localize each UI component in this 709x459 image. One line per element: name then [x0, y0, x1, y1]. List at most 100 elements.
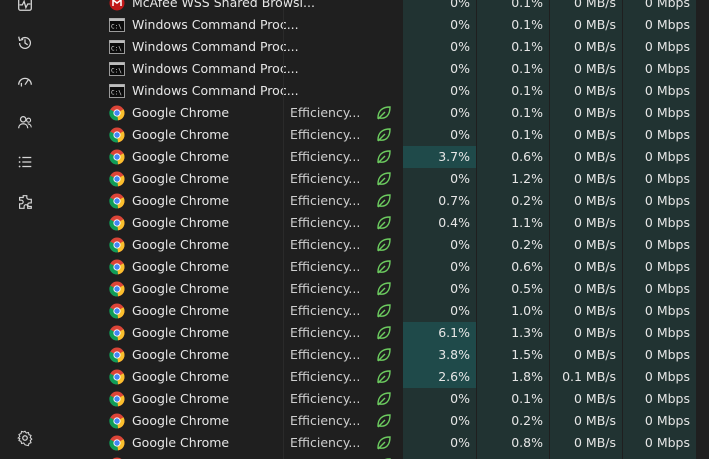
- memory-cell: 1.1%: [477, 212, 549, 234]
- process-row[interactable]: Google Chrome Efficiency... 0% 0.6% 0 MB/s 0 …: [50, 256, 709, 278]
- cpu-cell: 0%: [403, 410, 476, 432]
- chrome-icon: [109, 259, 125, 275]
- process-row[interactable]: Google Chrome Efficiency... 0% 0.5% 0 MB/s 0 …: [50, 278, 709, 300]
- navigation-rail: [0, 0, 50, 459]
- memory-cell: 1.0%: [477, 300, 549, 322]
- process-name: Google Chrome: [132, 149, 230, 164]
- memory-cell: 0.1%: [477, 0, 549, 14]
- process-row[interactable]: Google Chrome Efficiency... 0% 0.2% 0 MB/s 0 …: [50, 410, 709, 432]
- efficiency-mode-leaf-icon: [375, 434, 395, 452]
- process-row[interactable]: Google Chrome Efficiency... 2.6% 1.8% 0.1 MB…: [50, 366, 709, 388]
- efficiency-mode-leaf-icon: [375, 148, 395, 166]
- network-cell: 0 Mbps: [623, 0, 696, 14]
- chrome-icon: [109, 105, 125, 121]
- process-table: McAfee WSS Shared Browsi... 0% 0.1% 0 MB/s 0…: [50, 0, 709, 459]
- process-row[interactable]: Google Chrome Efficiency... 3.8% 1.5% 0 MB/s…: [50, 344, 709, 366]
- users-nav-button[interactable]: [10, 107, 40, 137]
- process-row[interactable]: Google Chrome Efficiency... 0% 0.1% 0 MB/s 0 …: [50, 388, 709, 410]
- cpu-cell: 0%: [403, 58, 476, 80]
- disk-cell: 0 MB/s: [550, 300, 622, 322]
- disk-cell: 0 MB/s: [550, 432, 622, 454]
- process-name: Google Chrome: [132, 281, 230, 296]
- efficiency-mode-leaf-icon: [375, 302, 395, 320]
- cpu-cell: 0.7%: [403, 190, 476, 212]
- process-row[interactable]: McAfee WSS Shared Browsi... 0% 0.1% 0 MB/s 0…: [50, 0, 709, 14]
- process-name: Google Chrome: [132, 347, 230, 362]
- process-row[interactable]: Google Chrome Efficiency... 0.4% 1.1% 0 MB/s…: [50, 212, 709, 234]
- network-cell: 0 Mbps: [623, 190, 696, 212]
- process-row[interactable]: Google Chrome Efficiency... 0% 0.2% 0 MB/s 0 …: [50, 234, 709, 256]
- settings-nav-button[interactable]: [10, 423, 40, 453]
- disk-cell: 0 MB/s: [550, 102, 622, 124]
- process-row[interactable]: Google Chrome Efficiency... 6.1% 1.3% 0 MB/s…: [50, 322, 709, 344]
- process-name: Google Chrome: [132, 259, 230, 274]
- process-name: Google Chrome: [132, 171, 230, 186]
- process-row[interactable]: C:\ Windows Command Proc... 0% 0.1% 0 MB/s 0 …: [50, 80, 709, 102]
- process-name: Google Chrome: [132, 325, 230, 340]
- disk-cell: 0 MB/s: [550, 278, 622, 300]
- cpu-cell: 0%: [403, 454, 476, 459]
- process-status: [283, 14, 410, 36]
- services-nav-button[interactable]: [10, 187, 40, 217]
- process-name: Google Chrome: [132, 105, 230, 120]
- cpu-cell: 0%: [403, 388, 476, 410]
- process-name: Google Chrome: [132, 193, 230, 208]
- cpu-cell: 0%: [403, 256, 476, 278]
- process-row[interactable]: Google Chrome Efficiency... 0.7% 0.2% 0 MB/s…: [50, 190, 709, 212]
- cpu-cell: 0%: [403, 234, 476, 256]
- svg-text:C:\: C:\: [111, 68, 122, 75]
- memory-cell: 0.1%: [477, 58, 549, 80]
- process-row[interactable]: C:\ Windows Command Proc... 0% 0.1% 0 MB/s 0 …: [50, 36, 709, 58]
- process-row[interactable]: C:\ Windows Command Proc... 0% 0.1% 0 MB/s 0 …: [50, 58, 709, 80]
- cpu-cell: 0%: [403, 124, 476, 146]
- startup-apps-icon: [18, 77, 32, 87]
- process-name: Google Chrome: [132, 127, 230, 142]
- memory-cell: 0.1%: [477, 36, 549, 58]
- efficiency-mode-leaf-icon: [375, 214, 395, 232]
- process-row[interactable]: C:\ Windows Command Proc... 0% 0.1% 0 MB/s 0 …: [50, 14, 709, 36]
- cpu-cell: 2.6%: [403, 366, 476, 388]
- disk-cell: 0.1 MB/s: [550, 366, 622, 388]
- process-row[interactable]: Google Chrome Efficiency... 0% 0.1% 0 MB/s 0 …: [50, 102, 709, 124]
- process-row[interactable]: Google Chrome Efficiency... 0% 0.1% 0 MB/s 0 …: [50, 124, 709, 146]
- command-prompt-icon: C:\: [109, 17, 125, 33]
- svg-text:C:\: C:\: [111, 90, 122, 97]
- disk-cell: 0 MB/s: [550, 322, 622, 344]
- app-history-nav-button[interactable]: [10, 28, 40, 58]
- disk-cell: 0 MB/s: [550, 36, 622, 58]
- disk-cell: 0 MB/s: [550, 410, 622, 432]
- efficiency-mode-leaf-icon: [375, 258, 395, 276]
- chrome-icon: [109, 215, 125, 231]
- process-name: Windows Command Proc...: [132, 17, 299, 32]
- process-name: Windows Command Proc...: [132, 83, 299, 98]
- disk-cell: 0 MB/s: [550, 234, 622, 256]
- cpu-cell: 0%: [403, 14, 476, 36]
- mcafee-icon: [109, 0, 125, 11]
- disk-cell: 0 MB/s: [550, 146, 622, 168]
- memory-cell: 0.1%: [477, 388, 549, 410]
- efficiency-mode-leaf-icon: [375, 280, 395, 298]
- disk-cell: 0 MB/s: [550, 454, 622, 459]
- process-row[interactable]: Google ChromeEfficiency...0%0.3%0 MB/s0 …: [50, 454, 709, 459]
- users-icon: [18, 115, 32, 129]
- details-nav-button[interactable]: [10, 147, 40, 177]
- network-cell: 0 Mbps: [623, 146, 696, 168]
- process-row[interactable]: Google Chrome Efficiency... 0% 1.2% 0 MB/s 0 …: [50, 168, 709, 190]
- process-row[interactable]: Google Chrome Efficiency... 0% 1.0% 0 MB/s 0 …: [50, 300, 709, 322]
- cpu-cell: 0%: [403, 300, 476, 322]
- chrome-icon: [109, 171, 125, 187]
- network-cell: 0 Mbps: [623, 388, 696, 410]
- network-cell: 0 Mbps: [623, 80, 696, 102]
- chrome-icon: [109, 303, 125, 319]
- cpu-cell: 0%: [403, 102, 476, 124]
- network-cell: 0 Mbps: [623, 344, 696, 366]
- network-cell: 0 Mbps: [623, 278, 696, 300]
- process-name: Google Chrome: [132, 454, 229, 459]
- memory-cell: 1.2%: [477, 168, 549, 190]
- performance-nav-button[interactable]: [10, 0, 40, 19]
- process-row[interactable]: Google Chrome Efficiency... 3.7% 0.6% 0 MB/s…: [50, 146, 709, 168]
- chrome-icon: [109, 237, 125, 253]
- startup-apps-nav-button[interactable]: [10, 67, 40, 97]
- process-row[interactable]: Google Chrome Efficiency... 0% 0.8% 0 MB/s 0 …: [50, 432, 709, 454]
- chrome-icon: [109, 413, 125, 429]
